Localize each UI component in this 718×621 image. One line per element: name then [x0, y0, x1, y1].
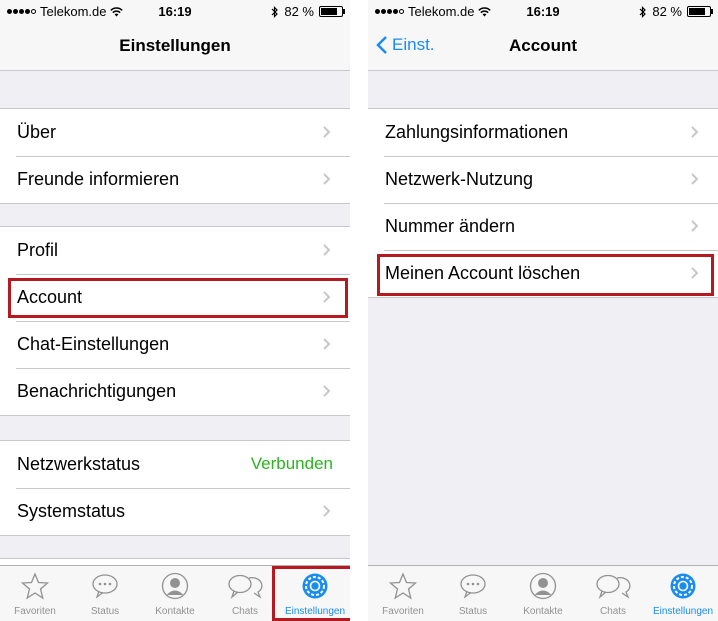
chevron-right-icon [323, 505, 331, 517]
tab-label: Status [90, 606, 120, 617]
navigation-bar: Einstellungen [0, 22, 350, 71]
row-netzwerkstatus[interactable]: Netzwerkstatus Verbunden [0, 441, 350, 488]
tab-label: Chats [599, 606, 627, 617]
row-chat-einstellungen[interactable]: Chat-Einstellungen [0, 321, 350, 368]
row-account-loeschen[interactable]: Meinen Account löschen [368, 250, 718, 297]
chevron-right-icon [323, 244, 331, 256]
row-label: Nummer ändern [385, 216, 516, 236]
tab-chats[interactable]: Chats [210, 566, 280, 621]
tab-kontakte[interactable]: Kontakte [508, 566, 578, 621]
contact-icon [529, 572, 557, 600]
chevron-right-icon [691, 267, 699, 279]
chats-icon [228, 574, 263, 599]
row-zahlungsinformationen[interactable]: Zahlungsinformationen [368, 109, 718, 156]
tab-bar: Favoriten Status Kontakte Chats Einstell… [0, 565, 350, 621]
tab-status[interactable]: Status [70, 566, 140, 621]
tab-einstellungen[interactable]: Einstellungen [280, 566, 350, 621]
row-label: Benachrichtigungen [17, 381, 177, 401]
chats-icon [596, 574, 631, 599]
account-group: Zahlungsinformationen Netzwerk-Nutzung N… [368, 108, 718, 298]
tab-label: Einstellungen [652, 606, 714, 617]
navigation-bar: Einst. Account [368, 22, 718, 71]
row-nummer-aendern[interactable]: Nummer ändern [368, 203, 718, 250]
speech-bubble-icon [460, 574, 486, 599]
row-label: Chat-Einstellungen [17, 334, 170, 354]
tab-label: Favoriten [382, 606, 424, 617]
row-label: Zahlungsinformationen [385, 122, 569, 142]
speech-bubble-icon [92, 574, 118, 599]
row-freunde-informieren[interactable]: Freunde informieren [0, 156, 350, 203]
tab-label: Kontakte [155, 606, 195, 617]
tab-status[interactable]: Status [438, 566, 508, 621]
bluetooth-icon [271, 5, 279, 18]
tab-kontakte[interactable]: Kontakte [140, 566, 210, 621]
page-title: Account [509, 36, 577, 55]
star-icon [388, 572, 418, 600]
network-status-value: Verbunden [250, 454, 333, 473]
tab-label: Chats [231, 606, 259, 617]
row-ueber[interactable]: Über [0, 109, 350, 156]
row-label: Account [17, 287, 83, 307]
row-label: Freunde informieren [17, 169, 180, 189]
chevron-right-icon [691, 173, 699, 185]
tab-label: Einstellungen [284, 606, 346, 617]
row-label: Netzwerkstatus [17, 454, 141, 474]
tab-bar: Favoriten Status Kontakte Chats Einstell… [368, 565, 718, 621]
battery-icon [319, 6, 345, 17]
battery-icon [687, 6, 713, 17]
status-bar: Telekom.de 16:19 82 % [0, 0, 350, 22]
status-bar: Telekom.de 16:19 82 % [368, 0, 718, 22]
gear-icon [670, 573, 696, 599]
row-systemstatus[interactable]: Systemstatus [0, 488, 350, 535]
tab-chats[interactable]: Chats [578, 566, 648, 621]
row-account[interactable]: Account [0, 274, 350, 321]
chevron-right-icon [323, 385, 331, 397]
contact-icon [161, 572, 189, 600]
chevron-right-icon [323, 173, 331, 185]
tab-einstellungen[interactable]: Einstellungen [648, 566, 718, 621]
battery-percent: 82 % [652, 4, 682, 19]
row-label: Profil [17, 240, 59, 260]
bluetooth-icon [639, 5, 647, 18]
account-screen: Telekom.de 16:19 82 % Einst. Account Zah… [368, 0, 718, 621]
chevron-right-icon [323, 291, 331, 303]
gear-icon [302, 573, 328, 599]
row-label: Systemstatus [17, 501, 126, 521]
row-label: Meinen Account löschen [385, 263, 581, 283]
row-label: Netzwerk-Nutzung [385, 169, 534, 189]
settings-group-status: Netzwerkstatus Verbunden Systemstatus [0, 440, 350, 536]
tab-favoriten[interactable]: Favoriten [0, 566, 70, 621]
settings-group-main: Profil Account Chat-Einstellungen Benach… [0, 226, 350, 416]
chevron-right-icon [323, 338, 331, 350]
row-netzwerk-nutzung[interactable]: Netzwerk-Nutzung [368, 156, 718, 203]
chevron-right-icon [323, 126, 331, 138]
battery-percent: 82 % [284, 4, 314, 19]
chevron-right-icon [691, 126, 699, 138]
page-title: Einstellungen [119, 36, 231, 55]
row-label: Über [17, 122, 57, 142]
tab-favoriten[interactable]: Favoriten [368, 566, 438, 621]
tab-label: Kontakte [523, 606, 563, 617]
row-profil[interactable]: Profil [0, 227, 350, 274]
star-icon [20, 572, 50, 600]
row-benachrichtigungen[interactable]: Benachrichtigungen [0, 368, 350, 415]
chevron-right-icon [691, 220, 699, 232]
settings-group-info: Über Freunde informieren [0, 108, 350, 204]
tab-label: Status [458, 606, 488, 617]
settings-screen: Telekom.de 16:19 82 % Einstellungen Über… [0, 0, 350, 621]
tab-label: Favoriten [14, 606, 56, 617]
